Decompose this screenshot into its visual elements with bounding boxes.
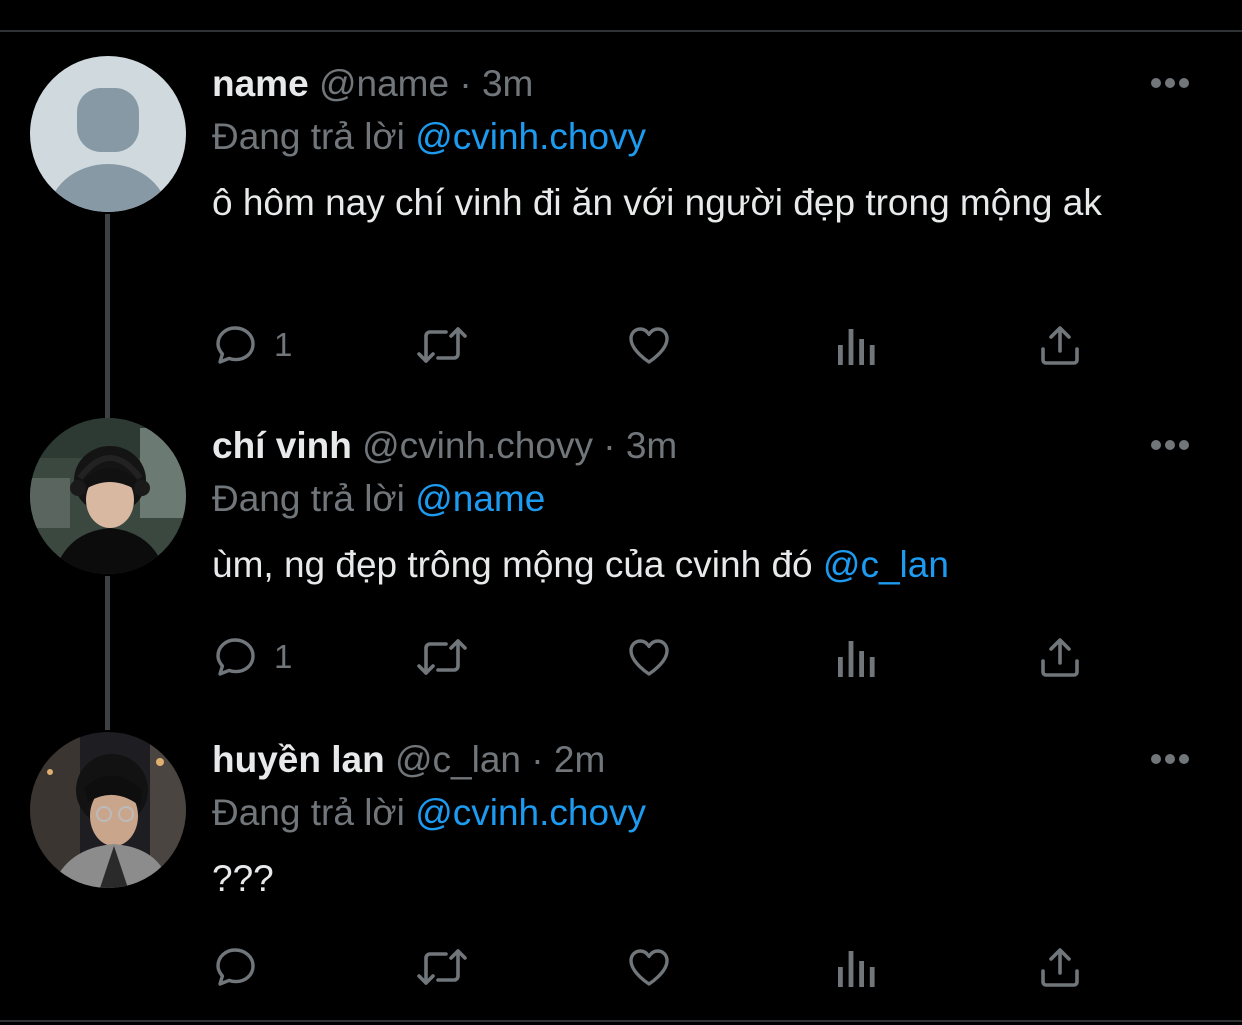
tweet[interactable]: name @name · 3m Đang trả lời @cvinh.chov… xyxy=(0,56,1242,396)
retweet-icon xyxy=(417,639,467,675)
default-profile-icon xyxy=(30,56,186,212)
retweet-button[interactable] xyxy=(414,942,470,992)
views-icon xyxy=(838,641,875,677)
tweet-header: huyền lan @c_lan · 2m xyxy=(212,738,1182,782)
avatar[interactable] xyxy=(30,56,186,212)
tweet-text-content: ùm, ng đẹp trông mộng của cvinh đó xyxy=(212,544,823,585)
separator-dot: · xyxy=(531,739,544,780)
user-handle[interactable]: @name xyxy=(319,63,449,104)
profile-photo xyxy=(30,418,186,574)
tweet-text: ??? xyxy=(212,853,1182,905)
separator-dot: · xyxy=(459,63,472,104)
like-icon xyxy=(629,949,669,986)
profile-photo xyxy=(30,732,186,888)
mention-link[interactable]: @cvinh.chovy xyxy=(415,792,646,833)
avatar[interactable] xyxy=(30,418,186,574)
replying-to: Đang trả lời @cvinh.chovy xyxy=(212,791,1182,835)
replying-to-label: Đang trả lời xyxy=(212,116,405,157)
reply-icon xyxy=(216,948,255,986)
tweet-header: name @name · 3m xyxy=(212,62,1182,106)
replying-to: Đang trả lời @cvinh.chovy xyxy=(212,115,1182,159)
top-divider xyxy=(0,30,1242,32)
share-icon xyxy=(1041,326,1079,365)
timestamp[interactable]: 2m xyxy=(554,739,605,780)
display-name[interactable]: huyền lan xyxy=(212,739,385,780)
views-button[interactable] xyxy=(834,942,878,992)
tweet-actions: 1 xyxy=(212,320,1092,370)
replying-to-label: Đang trả lời xyxy=(212,792,405,833)
reply-icon xyxy=(216,638,255,676)
like-button[interactable] xyxy=(624,632,674,682)
like-icon xyxy=(629,327,669,364)
more-icon[interactable] xyxy=(1150,753,1190,765)
user-handle[interactable]: @c_lan xyxy=(395,739,521,780)
more-icon[interactable] xyxy=(1150,77,1190,89)
views-icon xyxy=(838,951,875,987)
avatar[interactable] xyxy=(30,732,186,888)
replying-to-label: Đang trả lời xyxy=(212,478,405,519)
timestamp[interactable]: 3m xyxy=(626,425,677,466)
share-icon xyxy=(1041,948,1079,987)
tweet-text-content: ô hôm nay chí vinh đi ăn với người đẹp t… xyxy=(212,182,1102,223)
reply-count: 1 xyxy=(274,326,293,363)
timestamp[interactable]: 3m xyxy=(482,63,533,104)
retweet-icon xyxy=(417,327,467,363)
views-icon xyxy=(838,329,875,365)
tweet-text: ô hôm nay chí vinh đi ăn với người đẹp t… xyxy=(212,177,1182,229)
display-name[interactable]: name xyxy=(212,63,309,104)
tweet-header: chí vinh @cvinh.chovy · 3m xyxy=(212,424,1182,468)
reply-count: 1 xyxy=(274,638,293,675)
display-name[interactable]: chí vinh xyxy=(212,425,352,466)
share-button[interactable] xyxy=(1036,942,1084,992)
views-button[interactable] xyxy=(834,320,878,370)
reply-button[interactable]: 1 xyxy=(212,632,292,682)
tweet[interactable]: chí vinh @cvinh.chovy · 3m Đang trả lời … xyxy=(0,418,1242,708)
tweet-text-content: ??? xyxy=(212,858,274,899)
retweet-button[interactable] xyxy=(414,320,470,370)
like-button[interactable] xyxy=(624,942,674,992)
tweet-actions xyxy=(212,942,1092,992)
retweet-button[interactable] xyxy=(414,632,470,682)
share-button[interactable] xyxy=(1036,632,1084,682)
reply-icon xyxy=(216,326,255,364)
share-button[interactable] xyxy=(1036,320,1084,370)
tweet-text: ùm, ng đẹp trông mộng của cvinh đó @c_la… xyxy=(212,539,1182,591)
more-icon[interactable] xyxy=(1150,439,1190,451)
views-button[interactable] xyxy=(834,632,878,682)
mention-link[interactable]: @name xyxy=(415,478,545,519)
mention-link[interactable]: @cvinh.chovy xyxy=(415,116,646,157)
separator-dot: · xyxy=(603,425,616,466)
mention-link[interactable]: @c_lan xyxy=(823,544,949,585)
bottom-divider xyxy=(0,1020,1242,1022)
tweet-actions: 1 xyxy=(212,632,1092,682)
like-icon xyxy=(629,639,669,676)
reply-button[interactable]: 1 xyxy=(212,320,292,370)
share-icon xyxy=(1041,638,1079,677)
reply-button[interactable] xyxy=(212,942,260,992)
like-button[interactable] xyxy=(624,320,674,370)
retweet-icon xyxy=(417,949,467,985)
tweet[interactable]: huyền lan @c_lan · 2m Đang trả lời @cvin… xyxy=(0,732,1242,1017)
replying-to: Đang trả lời @name xyxy=(212,477,1182,521)
user-handle[interactable]: @cvinh.chovy xyxy=(362,425,593,466)
